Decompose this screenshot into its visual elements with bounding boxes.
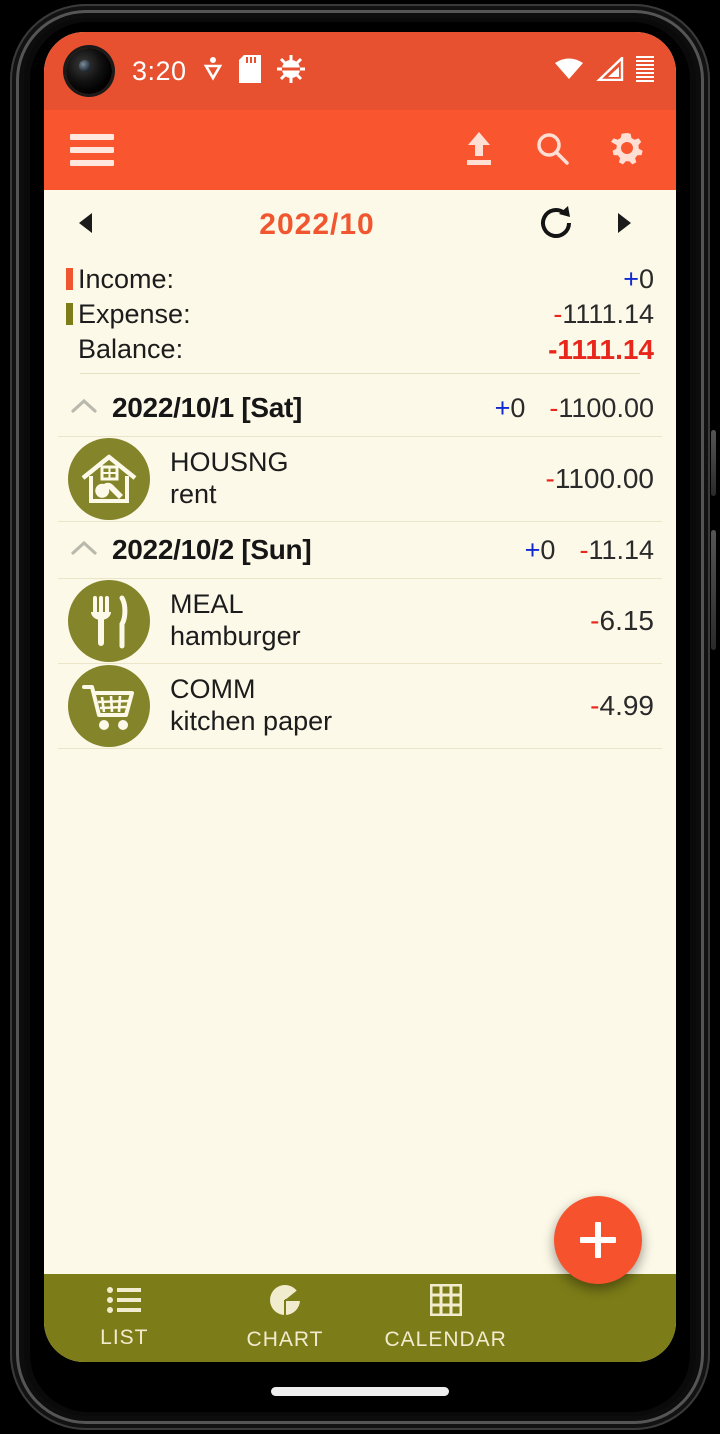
date-label: 2022/10/1 [Sat] [112,392,303,423]
current-month-label: 2022/10 [259,208,375,241]
transaction-note: rent [170,479,217,509]
date-income-total: +0 [525,535,556,566]
month-navigation: 2022/10 [44,190,676,260]
transaction-amount: -1100.00 [546,463,654,495]
status-time: 3:20 [132,55,187,86]
income-color-swatch [66,268,73,290]
transaction-amount-value: 6.15 [599,605,655,636]
transaction-text: COMM kitchen paper [170,675,332,736]
income-amount: 0 [638,264,654,294]
home-indicator [271,1387,449,1396]
date-totals: +0 -1100.00 [495,393,654,424]
battery-icon [636,55,654,87]
balance-amount: 1111.14 [557,333,654,365]
app-bar [44,110,676,190]
summary-expense-row: Expense: -1111.14 [66,297,654,332]
shopping-cart-icon [68,665,150,747]
expense-amount: 1111.14 [562,299,654,329]
date-group-header[interactable]: 2022/10/2 [Sun] +0 -11.14 [44,522,676,578]
transaction-amount: -4.99 [590,690,654,722]
nav-label-chart: CHART [246,1328,324,1351]
transaction-list: 2022/10/1 [Sat] +0 -1100.00 HOUSNG rent … [44,380,676,749]
summary-income-row: Income: +0 [66,262,654,297]
transaction-text: HOUSNG rent [170,448,289,509]
phone-device: 3:20 2022/10 Income: +0 Expense: -1111.1… [0,0,720,1434]
nav-item-calendar[interactable]: CALENDAR [365,1283,526,1352]
date-label: 2022/10/2 [Sun] [112,534,312,565]
front-camera [66,48,112,94]
transaction-row[interactable]: HOUSNG rent -1100.00 [44,437,676,521]
transaction-row[interactable]: COMM kitchen paper -4.99 [44,664,676,748]
income-value: +0 [623,264,654,295]
nav-item-chart[interactable]: CHART [205,1284,366,1352]
hamburger-menu-icon[interactable] [70,134,114,166]
expense-color-swatch [66,303,73,325]
balance-label: Balance: [78,334,184,364]
sd-card-icon [238,54,261,88]
pie-chart-icon [269,1284,301,1322]
date-income-amount: 0 [540,534,556,565]
wifi-icon [554,57,584,86]
transaction-amount: -6.15 [590,605,654,637]
transaction-sign: - [590,690,600,721]
summary-balance-row: Balance: -1111.14 [66,332,654,367]
date-income-sign: + [494,392,511,423]
nav-label-list: LIST [100,1326,149,1349]
status-bar-left: 3:20 [132,32,305,110]
transaction-amount-value: 4.99 [599,690,655,721]
list-icon [107,1286,142,1320]
status-bar-right [554,32,654,110]
date-totals: +0 -11.14 [525,535,654,566]
transaction-amount-value: 1100.00 [554,463,654,494]
export-icon[interactable] [462,130,496,171]
transaction-row[interactable]: MEAL hamburger -6.15 [44,579,676,663]
download-icon [203,56,223,87]
bug-icon [276,54,305,88]
transaction-sign: - [545,463,555,494]
date-income-sign: + [524,534,541,565]
date-income-amount: 0 [510,392,526,423]
summary-divider [80,373,640,374]
date-income-total: +0 [495,393,526,424]
next-month-button[interactable] [614,210,634,241]
bottom-navigation: LIST CHART CALENDAR [44,1274,676,1362]
expense-value: -1111.14 [553,299,654,330]
date-expense-total: -11.14 [579,535,654,566]
prev-month-button[interactable] [76,210,96,241]
search-icon[interactable] [534,130,570,171]
power-button[interactable] [711,430,716,496]
income-label: Income: [78,264,175,294]
volume-button[interactable] [711,530,716,650]
row-divider [58,748,662,749]
fork-knife-icon [68,580,150,662]
add-transaction-fab[interactable] [554,1196,642,1284]
date-expense-amount: 11.14 [588,534,654,565]
date-group-header[interactable]: 2022/10/1 [Sat] +0 -1100.00 [44,380,676,436]
transaction-sign: - [590,605,600,636]
app-bar-actions [462,129,646,172]
nav-item-list[interactable]: LIST [44,1286,205,1350]
summary-panel: Income: +0 Expense: -1111.14 Balance: -1… [44,260,676,380]
refresh-icon[interactable] [538,205,574,246]
calendar-grid-icon [429,1283,463,1322]
house-wrench-icon [68,438,150,520]
income-sign: + [623,264,639,294]
settings-icon[interactable] [608,129,646,172]
cell-signal-icon [596,54,624,86]
category-name: COMM [170,674,256,705]
expense-label: Expense: [78,299,191,329]
status-bar: 3:20 [44,32,676,110]
transaction-text: MEAL hamburger [170,590,301,651]
date-expense-amount: 1100.00 [558,392,654,423]
nav-label-calendar: CALENDAR [384,1328,507,1351]
category-name: HOUSNG [170,447,289,478]
balance-value: -1111.14 [548,334,654,366]
transaction-note: hamburger [170,621,301,651]
date-expense-total: -1100.00 [549,393,654,424]
category-name: MEAL [170,589,244,620]
phone-screen: 3:20 2022/10 Income: +0 Expense: -1111.1… [44,32,676,1362]
chevron-up-icon[interactable] [70,396,98,421]
transaction-note: kitchen paper [170,706,333,736]
chevron-up-icon[interactable] [70,538,98,563]
